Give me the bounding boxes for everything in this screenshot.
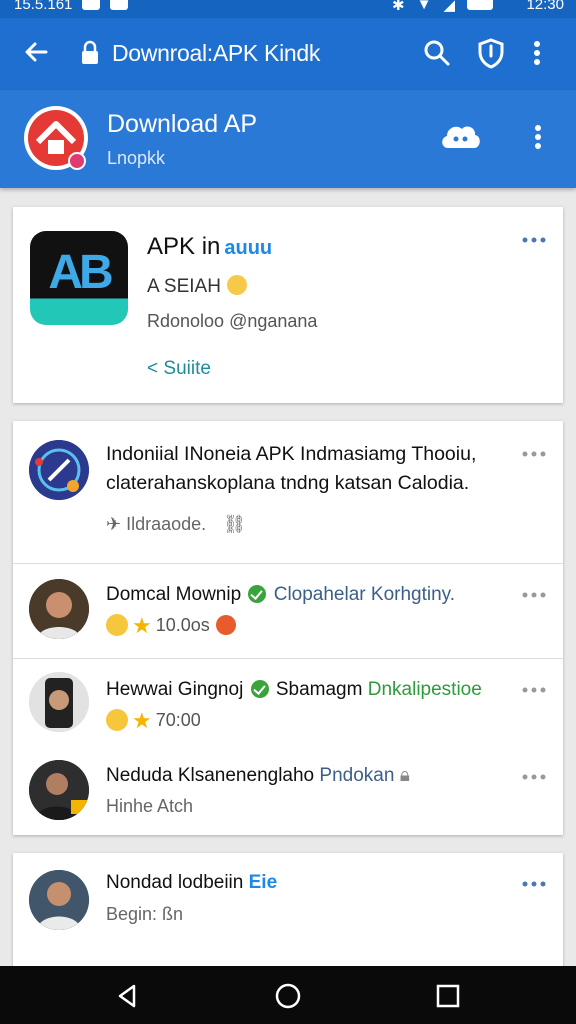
app-header: Download AP Lnopkk [0, 90, 576, 188]
more-vert-icon[interactable] [528, 122, 548, 154]
shield-icon[interactable] [474, 36, 508, 70]
lock-icon: 🔒︎ [399, 765, 410, 786]
cloud-icon[interactable] [438, 120, 482, 152]
user-tag: Eie [248, 872, 278, 893]
notification-icon [82, 0, 100, 10]
status-time-left: 15.5.161 [14, 0, 73, 13]
row-sub-label: 70:00 [155, 710, 201, 730]
user-avatar[interactable] [29, 760, 89, 820]
app-header-subtitle: Lnopkk [107, 148, 166, 168]
smile-emoji-icon [226, 275, 247, 295]
pin-icon: ✈ [106, 514, 122, 534]
user-name: Nondad lodbeiin [106, 872, 244, 893]
user-avatar[interactable] [29, 672, 89, 732]
more-horiz-icon[interactable] [522, 881, 546, 887]
post-avatar[interactable] [29, 440, 89, 500]
post-meta-label: Ildraaode. [126, 514, 207, 534]
user-extra-highlight: Dnkalipestioe [367, 679, 482, 700]
status-notification-icons [82, 0, 128, 10]
app-developer: A SEIAH [147, 275, 247, 298]
suite-link-label: Suiite [163, 358, 211, 379]
suite-link[interactable]: < Suiite [147, 358, 211, 380]
divider [13, 563, 563, 564]
row-sub-label: 10.0os [155, 615, 210, 635]
user-card: Nondad lodbeiin Eie Begin: ßn [13, 853, 563, 973]
user-extra: Sbamagm [275, 679, 363, 700]
verified-icon [250, 680, 269, 698]
divider [13, 658, 563, 659]
user-extra: Clopahelar Korhgtiny. [273, 584, 456, 605]
app-name-label: APK in [147, 233, 221, 260]
user-avatar[interactable] [29, 579, 89, 639]
emoji-icon [106, 614, 128, 636]
user-name: Domcal Mownip [106, 584, 242, 605]
app-name: APK in auuu [147, 233, 272, 261]
star-icon: ★ [132, 708, 152, 733]
app-info-card[interactable]: AB APK in auuu A SEIAH Rdonoloo @nganana … [13, 207, 563, 403]
app-name-tag: auuu [224, 237, 273, 259]
nav-home-icon[interactable] [274, 982, 302, 1010]
status-bar: 15.5.161 ✱ ▼ ◢ 12:30 [0, 0, 576, 18]
more-vert-icon[interactable] [527, 36, 547, 70]
app-icon: AB [30, 231, 128, 325]
verified-icon [248, 585, 267, 603]
back-arrow-icon[interactable] [20, 36, 52, 68]
user-extra: Pndokan [319, 765, 395, 786]
more-horiz-icon[interactable] [522, 592, 546, 598]
bluetooth-icon: ✱ [392, 0, 405, 14]
logo-badge-icon [68, 152, 86, 170]
star-icon: ★ [132, 613, 152, 638]
browser-toolbar: Downroal:APK Kindk [0, 18, 576, 90]
app-header-title: Download AP [107, 110, 258, 138]
lock-icon [82, 40, 98, 64]
user-avatar[interactable] [29, 870, 89, 930]
signal-icon: ◢ [443, 0, 455, 14]
status-time-right: 12:30 [526, 0, 564, 13]
battery-icon [466, 0, 493, 10]
row-sub: ★ 10.0os [106, 613, 236, 639]
more-horiz-icon[interactable] [522, 237, 546, 243]
more-horiz-icon[interactable] [522, 687, 546, 693]
more-horiz-icon[interactable] [522, 774, 546, 780]
app-icon-text: AB [48, 246, 113, 299]
row-name: Nondad lodbeiin Eie [106, 872, 277, 894]
row-sub: Hinhe Atch [106, 796, 194, 816]
post-meta: ✈ Ildraaode. ⛓ [106, 514, 246, 535]
feed-card: Indoniial INoneia APK Indmasiamg Thooiu,… [13, 421, 563, 835]
nav-recents-icon[interactable] [434, 982, 462, 1010]
link-icon[interactable]: ⛓ [223, 514, 246, 534]
nav-back-icon[interactable] [114, 982, 142, 1010]
row-name: Hewwai Gingnoj Sbamagm Dnkalipestioe [106, 679, 482, 701]
post-text: Indoniial INoneia APK Indmasiamg Thooiu,… [106, 443, 477, 494]
row-sub: ★ 70:00 [106, 708, 201, 734]
status-system-icons: ✱ ▼ ◢ [392, 0, 493, 14]
row-sub: Begin: ßn [106, 904, 184, 924]
search-icon[interactable] [420, 36, 454, 70]
share-icon: < [147, 358, 159, 379]
emoji-icon [106, 709, 128, 731]
address-bar-url[interactable]: Downroal:APK Kindk [112, 40, 320, 67]
user-name: Hewwai Gingnoj [106, 679, 244, 700]
user-name: Neduda Klsanenenglaho [106, 765, 315, 786]
developer-name: A SEIAH [147, 276, 221, 297]
notification-icon [110, 0, 128, 10]
wifi-icon: ▼ [416, 0, 432, 13]
app-description: Rdonoloo @nganana [147, 311, 318, 331]
location-icon [215, 615, 236, 635]
row-name: Domcal Mownip Clopahelar Korhgtiny. [106, 584, 455, 606]
more-horiz-icon[interactable] [522, 451, 546, 457]
row-name: Neduda Klsanenenglaho Pndokan 🔒︎ [106, 765, 410, 787]
system-nav-bar [0, 966, 576, 1024]
